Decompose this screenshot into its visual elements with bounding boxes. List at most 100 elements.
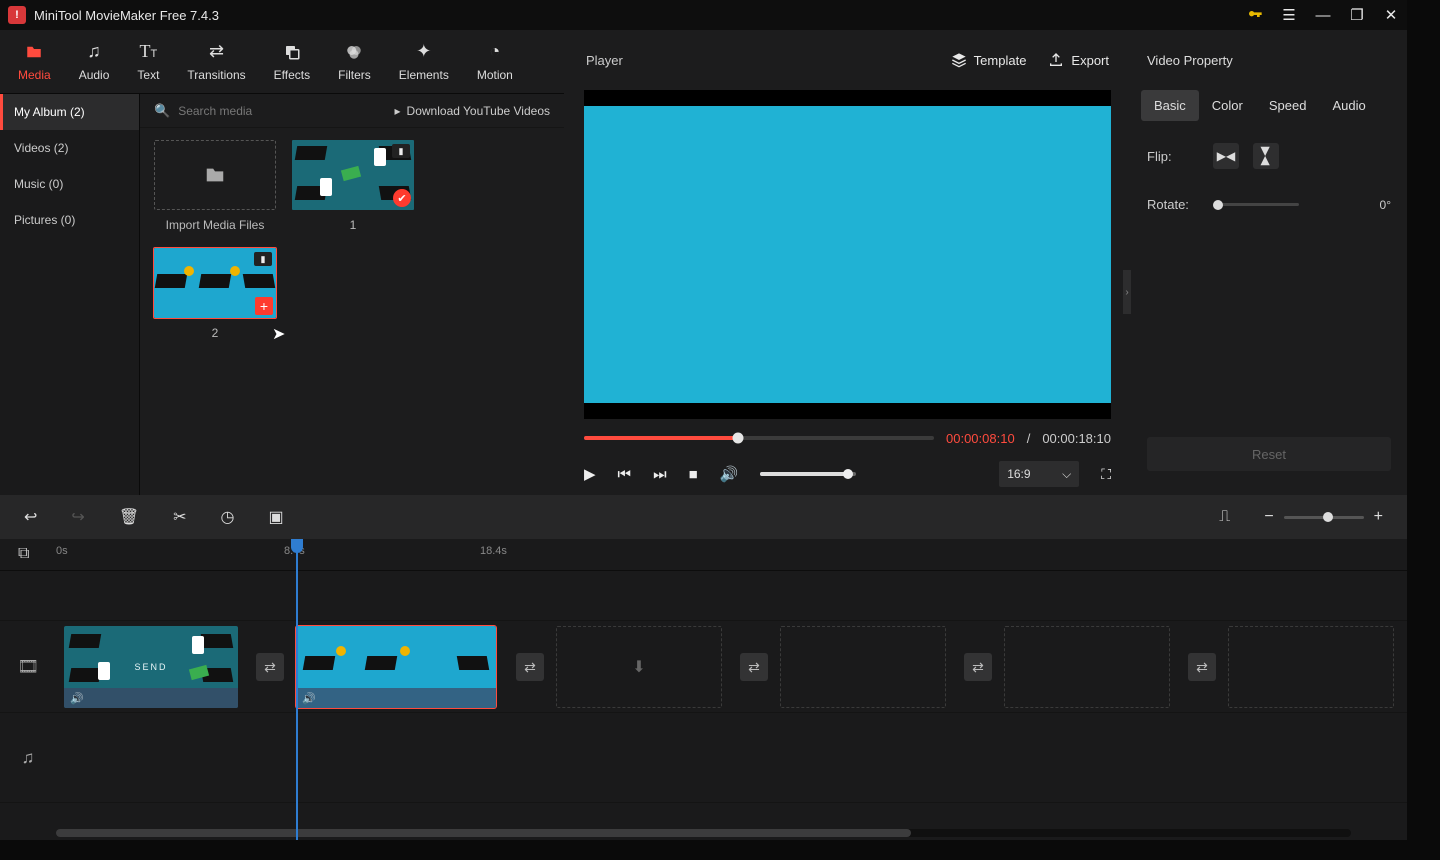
media-thumb-1[interactable]: ▮ ✔ 1 (292, 140, 414, 232)
playhead[interactable] (296, 539, 298, 840)
tab-audio[interactable]: ♫ Audio (65, 30, 124, 93)
crop-icon[interactable]: ▣ (269, 507, 284, 527)
timeline-scrollbar[interactable] (0, 826, 1407, 840)
flip-vertical-button[interactable]: ▶◀ (1253, 143, 1279, 169)
app-title: MiniTool MovieMaker Free 7.4.3 (34, 8, 1247, 23)
add-badge-icon[interactable]: + (255, 297, 273, 315)
video-track-body[interactable]: SEND 🔊 ⇄ 🔊 (56, 621, 1407, 712)
player-title: Player (586, 53, 929, 68)
elements-icon: ✦ (416, 42, 431, 62)
tab-elements-label: Elements (399, 68, 449, 82)
tab-elements[interactable]: ✦ Elements (385, 30, 463, 93)
clip-placeholder[interactable] (1228, 626, 1394, 708)
property-body: Flip: ▶◀ ▶◀ Rotate: 0° (1131, 121, 1407, 234)
close-icon[interactable]: ✕ (1383, 6, 1399, 24)
album-item-myalbum[interactable]: My Album (2) (0, 94, 139, 130)
progress-row: 00:00:08:10 / 00:00:18:10 (570, 423, 1125, 453)
clip-placeholder[interactable] (1004, 626, 1170, 708)
album-item-videos[interactable]: Videos (2) (0, 130, 139, 166)
flip-horizontal-button[interactable]: ▶◀ (1213, 143, 1239, 169)
tab-motion[interactable]: ◔ Motion (463, 30, 527, 93)
media-thumb-2[interactable]: ▮ + 2 (154, 248, 276, 340)
rotate-slider[interactable] (1213, 203, 1299, 206)
tab-effects[interactable]: Effects (260, 30, 324, 93)
ruler[interactable]: ⧉ 0s 8.4s 18.4s (0, 539, 1407, 571)
undo-icon[interactable]: ↩ (24, 507, 37, 527)
volume-slider[interactable] (760, 472, 856, 476)
tab-media[interactable]: Media (4, 30, 65, 93)
clip-1[interactable]: SEND 🔊 (64, 626, 238, 708)
import-media-tile[interactable]: Import Media Files (154, 140, 276, 232)
zoom-slider[interactable] (1284, 516, 1364, 519)
clip-2[interactable]: 🔊 (296, 626, 496, 708)
redo-icon[interactable]: ↪ (71, 507, 84, 527)
transition-slot-4[interactable]: ⇄ (964, 653, 992, 681)
maximize-icon[interactable]: ❐ (1349, 6, 1365, 24)
video-type-icon: ▮ (392, 144, 410, 158)
search-input[interactable] (178, 104, 386, 118)
timeline: ⧉ 0s 8.4s 18.4s 🎞 (0, 539, 1407, 840)
stop-icon[interactable]: ■ (689, 466, 698, 483)
tracks: 🎞 SEND 🔊 (0, 571, 1407, 826)
tab-motion-label: Motion (477, 68, 513, 82)
property-tabs: Basic Color Speed Audio (1131, 90, 1407, 121)
thumb-2-label: 2 (212, 326, 219, 340)
clip-placeholder[interactable]: ⬇ (556, 626, 722, 708)
album-item-music[interactable]: Music (0) (0, 166, 139, 202)
delete-icon[interactable]: 🗑 (119, 507, 139, 527)
video-track-icon[interactable]: 🎞 (0, 621, 56, 712)
motion-icon: ◔ (489, 42, 500, 62)
tab-filters[interactable]: Filters (324, 30, 385, 93)
prev-frame-icon[interactable]: ⏮ (618, 466, 632, 483)
download-youtube-link[interactable]: ▸ Download YouTube Videos (395, 104, 550, 118)
timeline-toolbar: ↩ ↪ 🗑 ✂ ◷ ▣ ⎍ − + (0, 495, 1407, 539)
transition-slot-5[interactable]: ⇄ (1188, 653, 1216, 681)
thumb-1-image[interactable]: ▮ ✔ (292, 140, 414, 210)
speed-icon[interactable]: ◷ (221, 507, 235, 527)
hamburger-menu-icon[interactable]: ☰ (1281, 6, 1297, 24)
aspect-ratio-select[interactable]: 16:9 ⌵ (999, 461, 1079, 487)
prop-tab-speed[interactable]: Speed (1256, 90, 1320, 121)
prop-tab-basic[interactable]: Basic (1141, 90, 1199, 121)
clip-placeholder[interactable] (780, 626, 946, 708)
album-item-pictures[interactable]: Pictures (0) (0, 202, 139, 238)
audio-track-body[interactable] (56, 713, 1407, 802)
transition-slot-1[interactable]: ⇄ (256, 653, 284, 681)
aspect-value: 16:9 (1007, 467, 1030, 481)
audio-track-icon[interactable]: ♫ (0, 713, 56, 802)
transition-slot-2[interactable]: ⇄ (516, 653, 544, 681)
reset-button[interactable]: Reset (1147, 437, 1391, 471)
upgrade-key-icon[interactable] (1247, 7, 1263, 23)
thumb-2-image[interactable]: ▮ + (154, 248, 276, 318)
prop-tab-audio[interactable]: Audio (1319, 90, 1378, 121)
tab-text[interactable]: TT Text (123, 30, 173, 93)
transition-slot-3[interactable]: ⇄ (740, 653, 768, 681)
next-frame-icon[interactable]: ⏭ (653, 466, 667, 483)
download-youtube-label: Download YouTube Videos (407, 104, 550, 118)
transitions-icon: ⇄ (209, 42, 224, 62)
split-icon[interactable]: ✂ (173, 507, 186, 527)
zoom-out-icon[interactable]: − (1264, 508, 1273, 526)
tab-effects-label: Effects (274, 68, 310, 82)
minimize-icon[interactable]: — (1315, 7, 1331, 24)
auto-fit-icon[interactable]: ⧉ (18, 545, 29, 563)
player-stage[interactable] (584, 90, 1111, 419)
volume-icon[interactable]: 🔊 (720, 465, 739, 483)
timeline-snap-icon[interactable]: ⎍ (1219, 508, 1230, 526)
progress-slider[interactable] (584, 436, 934, 440)
export-icon (1048, 52, 1064, 68)
collapse-panel-button[interactable]: › (1123, 270, 1131, 314)
export-button[interactable]: Export (1048, 52, 1109, 68)
upper-area: Media ♫ Audio TT Text ⇄ Transitions Effe… (0, 30, 1407, 495)
album-sidebar: My Album (2) Videos (2) Music (0) Pictur… (0, 94, 140, 495)
import-box[interactable] (154, 140, 276, 210)
text-icon: TT (140, 42, 158, 62)
tab-transitions[interactable]: ⇄ Transitions (173, 30, 259, 93)
tab-filters-label: Filters (338, 68, 371, 82)
prop-tab-color[interactable]: Color (1199, 90, 1256, 121)
zoom-in-icon[interactable]: + (1374, 508, 1383, 526)
time-separator: / (1027, 431, 1031, 446)
template-button[interactable]: Template (951, 52, 1027, 68)
fullscreen-icon[interactable]: ⛶ (1101, 466, 1111, 483)
play-icon[interactable]: ▶ (584, 465, 596, 483)
